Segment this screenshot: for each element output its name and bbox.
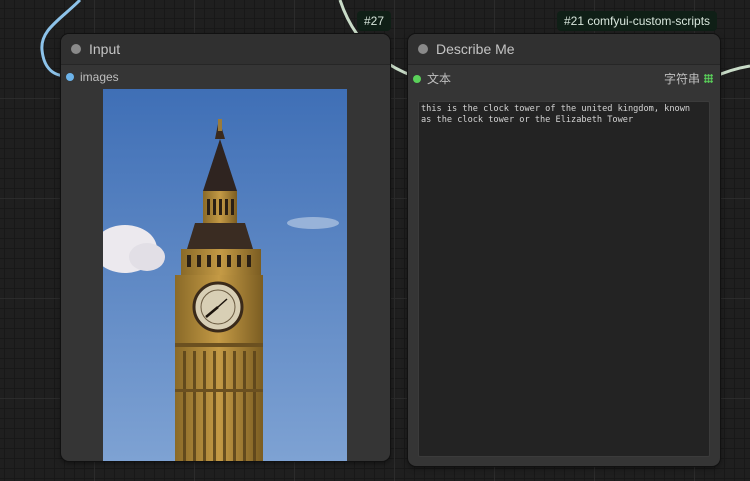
output-slot-string[interactable]: 字符串 [664,70,714,87]
slot-label: images [80,70,119,84]
string-slot-dot-icon[interactable] [413,74,421,83]
collapse-dot-icon[interactable] [418,44,428,54]
slot-label: 字符串 [664,72,701,86]
collapse-dot-icon[interactable] [71,44,81,54]
node-title: Describe Me [436,41,515,57]
image-slot-dot-icon[interactable] [66,73,74,81]
node-badge-21: #21 comfyui-custom-scripts [557,11,718,31]
output-slot-images[interactable]: images [66,70,119,84]
node-title: Input [89,41,121,57]
image-preview [103,89,347,461]
node-badge-27: #27 [357,11,392,31]
node-title-bar[interactable]: Input [61,34,390,65]
big-ben-photo [103,89,347,461]
text-display-area[interactable]: this is the clock tower of the united ki… [418,101,710,457]
slot-label: 文本 [427,72,452,86]
grid-icon[interactable] [704,74,714,83]
node-title-bar[interactable]: Describe Me [408,34,720,65]
input-slot-text[interactable]: 文本 [413,70,451,87]
